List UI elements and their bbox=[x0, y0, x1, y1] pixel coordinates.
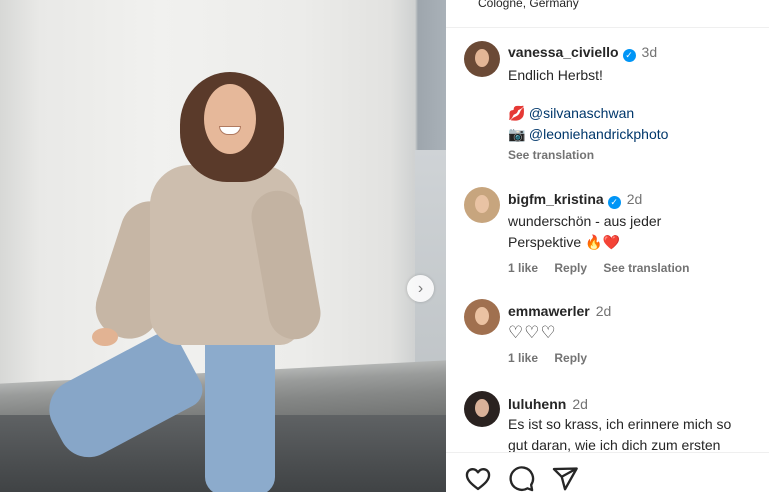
share-icon[interactable] bbox=[551, 465, 579, 492]
post-header: Cologne, Germany bbox=[446, 0, 769, 28]
see-translation-button[interactable]: See translation bbox=[603, 261, 689, 275]
comment-text: Es ist so krass, ich erinnere mich so bbox=[508, 416, 732, 432]
avatar[interactable] bbox=[464, 391, 500, 427]
camera-icon: 📷 bbox=[508, 126, 526, 142]
comment-text: ♡♡♡ bbox=[508, 323, 557, 342]
comment-text: Perspektive 🔥❤️ bbox=[508, 234, 620, 250]
comment-username[interactable]: vanessa_civiello bbox=[508, 44, 619, 60]
kiss-icon: 💋 bbox=[508, 105, 526, 121]
comment-timestamp[interactable]: 2d bbox=[572, 396, 588, 412]
photo-background-building bbox=[415, 150, 446, 390]
comment-username[interactable]: emmawerler bbox=[508, 303, 590, 319]
next-photo-button[interactable]: › bbox=[407, 275, 434, 302]
mention-link[interactable]: @silvanaschwan bbox=[529, 105, 634, 121]
verified-badge-icon: ✓ bbox=[622, 49, 636, 62]
post-action-bar bbox=[446, 452, 769, 492]
post-photo[interactable]: › bbox=[0, 0, 446, 492]
comment-text: Endlich Herbst! bbox=[508, 67, 603, 83]
photo-figure-hand bbox=[92, 328, 118, 346]
likes-count[interactable]: 1 like bbox=[508, 351, 538, 365]
reply-button[interactable]: Reply bbox=[554, 351, 587, 365]
comments-panel: Cologne, Germany vanessa_civiello ✓ 3d End… bbox=[446, 0, 769, 492]
heart-icon[interactable] bbox=[464, 465, 492, 492]
avatar[interactable] bbox=[464, 41, 500, 77]
comment-actions: 1 like Reply bbox=[508, 351, 763, 365]
comment-username[interactable]: luluhenn bbox=[508, 396, 566, 412]
chevron-right-icon: › bbox=[417, 279, 424, 297]
avatar[interactable] bbox=[464, 187, 500, 223]
photo-figure-leg-right bbox=[205, 320, 275, 492]
comment-text: wunderschön - aus jeder bbox=[508, 213, 662, 229]
mention-link[interactable]: @leoniehandrickphoto bbox=[529, 126, 669, 142]
verified-badge-icon: ✓ bbox=[607, 196, 621, 209]
avatar[interactable] bbox=[464, 299, 500, 335]
comment-timestamp[interactable]: 2d bbox=[627, 191, 643, 207]
likes-count[interactable]: 1 like bbox=[508, 261, 538, 275]
comment-timestamp[interactable]: 2d bbox=[596, 303, 612, 319]
comment-actions: 1 like Reply See translation bbox=[508, 261, 763, 275]
post-location[interactable]: Cologne, Germany bbox=[478, 0, 579, 10]
see-translation-button[interactable]: See translation bbox=[508, 148, 763, 162]
comment-timestamp[interactable]: 3d bbox=[642, 44, 658, 60]
reply-button[interactable]: Reply bbox=[554, 261, 587, 275]
credit-line: 💋 @silvanaschwan bbox=[508, 103, 763, 124]
photo-figure-face bbox=[204, 84, 256, 154]
comment-icon[interactable] bbox=[507, 465, 535, 492]
comment-username[interactable]: bigfm_kristina bbox=[508, 191, 604, 207]
credit-line: 📷 @leoniehandrickphoto bbox=[508, 124, 763, 145]
